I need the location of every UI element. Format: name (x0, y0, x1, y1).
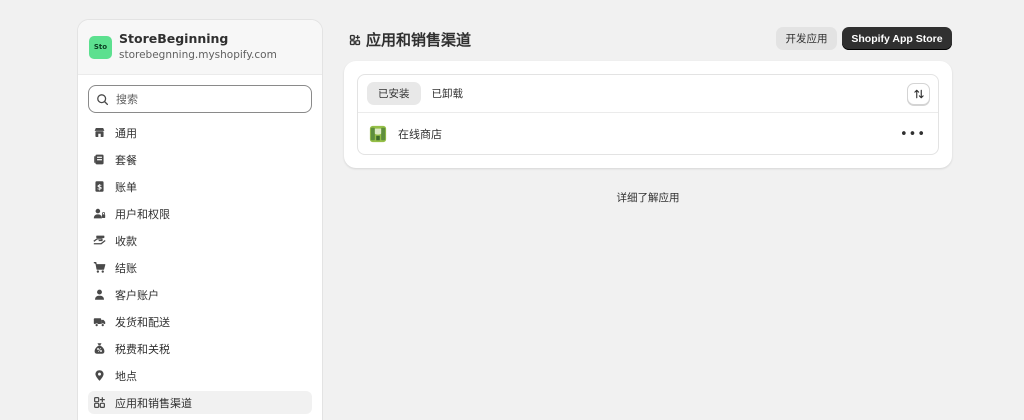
cart-icon (93, 261, 106, 274)
tax-icon: % (93, 342, 106, 355)
list-item[interactable]: 在线商店 ••• (358, 113, 938, 154)
sidebar-item-billing[interactable]: $ 账单 (88, 175, 312, 198)
plan-icon (93, 153, 106, 166)
more-actions-icon[interactable]: ••• (900, 127, 926, 142)
svg-text:$: $ (97, 182, 102, 191)
sidebar-item-checkout[interactable]: 结账 (88, 256, 312, 279)
location-icon (93, 369, 106, 382)
tab-uninstalled[interactable]: 已卸载 (421, 82, 475, 105)
apps-icon (349, 34, 361, 45)
sidebar-item-plan[interactable]: 套餐 (88, 148, 312, 171)
settings-sidebar: Sto StoreBeginning storebegnning.myshopi… (77, 19, 323, 420)
apps-card: 已安装 已卸载 在线商店 ••• (344, 61, 952, 168)
sidebar-item-general[interactable]: 通用 (88, 121, 312, 144)
billing-icon: $ (93, 180, 106, 193)
tabs-row: 已安装 已卸载 (358, 75, 938, 113)
store-icon (93, 126, 106, 139)
sidebar-item-label: 通用 (115, 126, 137, 140)
sidebar-item-label: 收款 (115, 234, 137, 248)
sidebar-item-label: 客户账户 (115, 288, 159, 302)
sort-button[interactable] (907, 83, 930, 105)
online-store-icon (369, 125, 387, 142)
develop-apps-button[interactable]: 开发应用 (776, 27, 837, 50)
sidebar-item-apps[interactable]: 应用和销售渠道 (88, 391, 312, 414)
store-domain: storebegnning.myshopify.com (119, 49, 277, 61)
sidebar-item-users[interactable]: 用户和权限 (88, 202, 312, 225)
store-header[interactable]: Sto StoreBeginning storebegnning.myshopi… (78, 20, 322, 75)
page-title-text: 应用和销售渠道 (366, 31, 472, 49)
sidebar-item-shipping[interactable]: 发货和配送 (88, 310, 312, 333)
apps-icon (93, 396, 106, 409)
sidebar-item-label: 套餐 (115, 153, 137, 167)
search-input[interactable] (116, 92, 296, 106)
sidebar-item-label: 税费和关税 (115, 342, 170, 356)
sidebar-item-label: 结账 (115, 261, 137, 275)
learn-more-link[interactable]: 详细了解应用 (344, 190, 952, 205)
settings-nav: 通用 套餐 $ 账单 用户和权限 收款 结账 客户账户 发货和配送 % 税费和关… (78, 121, 322, 414)
person-icon (93, 288, 106, 301)
sidebar-item-label: 应用和销售渠道 (115, 396, 192, 410)
app-name: 在线商店 (398, 127, 442, 141)
sidebar-item-label: 发货和配送 (115, 315, 170, 329)
sort-icon (913, 89, 924, 99)
users-icon (93, 207, 106, 220)
payments-icon (93, 234, 106, 247)
apps-list-container: 已安装 已卸载 在线商店 ••• (357, 74, 939, 155)
tab-installed[interactable]: 已安装 (367, 82, 421, 105)
sidebar-item-label: 用户和权限 (115, 207, 170, 221)
sidebar-item-label: 地点 (115, 369, 137, 383)
svg-text:%: % (97, 348, 103, 354)
sidebar-item-locations[interactable]: 地点 (88, 364, 312, 387)
shopify-app-store-button[interactable]: Shopify App Store (842, 27, 952, 50)
sidebar-item-customer-accounts[interactable]: 客户账户 (88, 283, 312, 306)
store-avatar: Sto (89, 35, 112, 59)
store-name: StoreBeginning (119, 31, 229, 46)
sidebar-item-payments[interactable]: 收款 (88, 229, 312, 252)
sidebar-item-taxes[interactable]: % 税费和关税 (88, 337, 312, 360)
sidebar-item-label: 账单 (115, 180, 137, 194)
search-box[interactable] (88, 85, 312, 113)
page-title: 应用和销售渠道 (349, 29, 471, 50)
truck-icon (93, 315, 106, 328)
search-icon (97, 93, 109, 105)
